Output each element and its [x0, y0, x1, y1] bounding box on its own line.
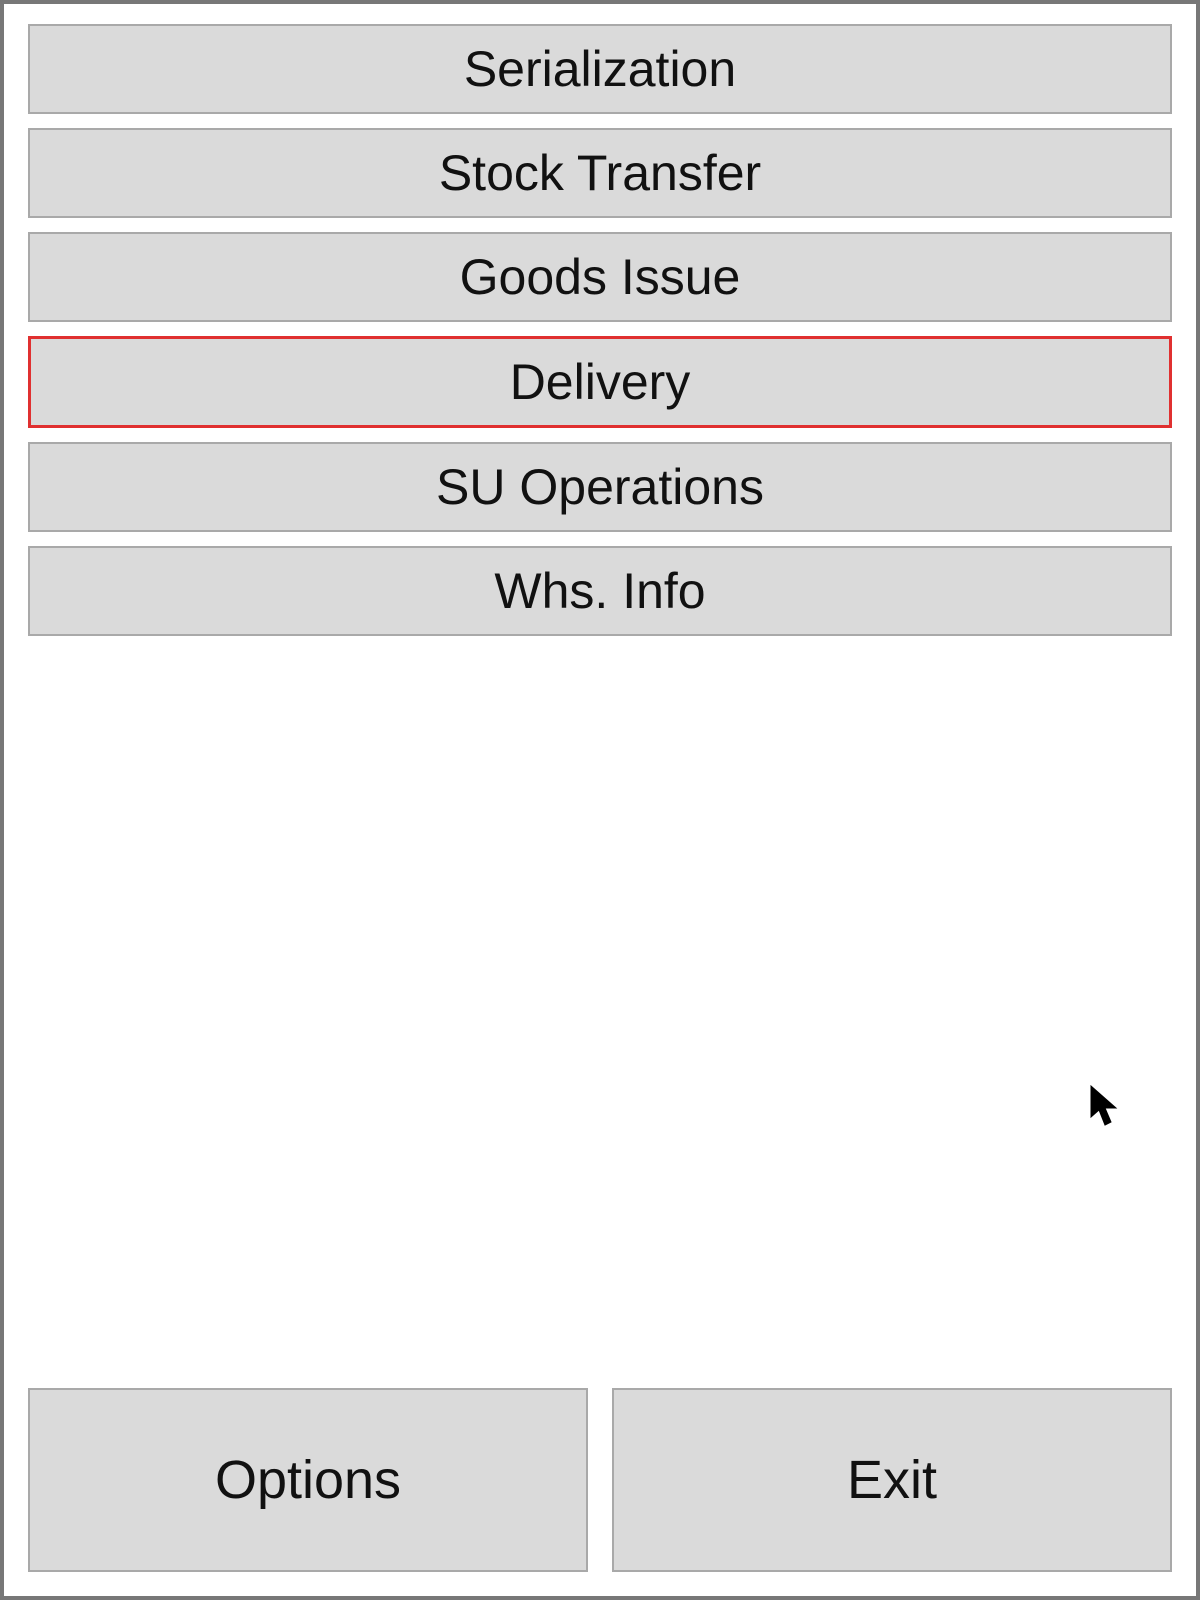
main-menu-list: Serialization Stock Transfer Goods Issue… — [28, 24, 1172, 636]
menu-item-label: Delivery — [510, 353, 691, 411]
menu-item-delivery[interactable]: Delivery — [28, 336, 1172, 428]
menu-item-stock-transfer[interactable]: Stock Transfer — [28, 128, 1172, 218]
menu-item-su-operations[interactable]: SU Operations — [28, 442, 1172, 532]
button-label: Options — [215, 1449, 401, 1511]
menu-item-label: Stock Transfer — [439, 144, 761, 202]
exit-button[interactable]: Exit — [612, 1388, 1172, 1572]
menu-item-label: Whs. Info — [494, 562, 705, 620]
menu-item-serialization[interactable]: Serialization — [28, 24, 1172, 114]
menu-item-label: Goods Issue — [460, 248, 741, 306]
button-label: Exit — [847, 1449, 937, 1511]
spacer — [28, 636, 1172, 1378]
menu-item-whs-info[interactable]: Whs. Info — [28, 546, 1172, 636]
options-button[interactable]: Options — [28, 1388, 588, 1572]
footer-bar: Options Exit — [28, 1388, 1172, 1572]
menu-item-label: Serialization — [464, 40, 736, 98]
menu-item-goods-issue[interactable]: Goods Issue — [28, 232, 1172, 322]
menu-item-label: SU Operations — [436, 458, 764, 516]
app-frame: Serialization Stock Transfer Goods Issue… — [0, 0, 1200, 1600]
